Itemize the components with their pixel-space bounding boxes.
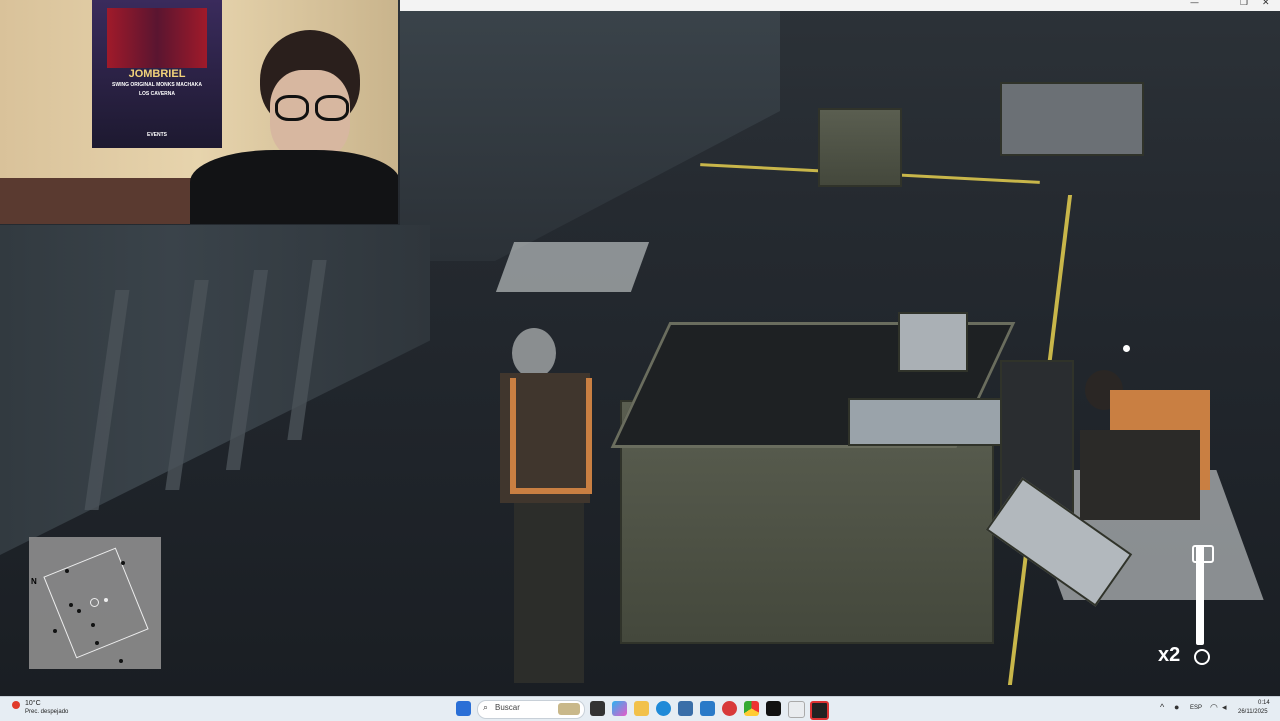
store-icon[interactable] [678,701,693,716]
file-explorer-icon[interactable] [634,701,649,716]
window-titlebar: — ❐ ✕ [400,0,1280,11]
close-icon[interactable]: ✕ [1262,0,1270,8]
warehouse-left-wall [0,225,430,555]
epic-games-icon[interactable] [810,701,829,720]
floor-tarp [495,242,650,292]
stacked-boxes [818,108,902,187]
taskbar-search[interactable]: ⌕ Buscar [477,700,585,719]
clock-time[interactable]: 0:14 [1258,700,1270,706]
edge-icon[interactable] [656,701,671,716]
copilot-icon[interactable] [612,701,627,716]
wifi-icon[interactable]: ◠ [1210,702,1218,713]
chrome-icon[interactable] [744,701,759,716]
task-view-icon[interactable] [590,701,605,716]
mail-icon[interactable] [700,701,715,716]
clock-date[interactable]: 26/11/2025 [1238,709,1268,715]
minimize-icon[interactable]: — [1190,0,1199,8]
mic-icon[interactable]: ● [1174,702,1179,712]
webcam-overlay: JOMBRIEL SWING ORIGINAL MONKS MACHAKA LO… [0,0,398,224]
game-viewport[interactable]: — ❐ ✕ JOMBRIEL SWING ORIGINAL MONKS MACH… [0,0,1280,696]
search-icon: ⌕ [483,702,489,712]
language-indicator[interactable]: ESP [1190,705,1202,711]
windows-taskbar: 10°C Prec. despejado ⌕ Buscar ^ ● ESP ◠ … [0,696,1280,721]
tool-bin[interactable] [898,312,968,372]
start-icon[interactable] [456,701,471,716]
app-icon[interactable] [766,701,781,716]
barrels [1000,82,1144,156]
volume-icon[interactable]: ◂ [1222,702,1227,713]
minimap-north: N [31,577,37,586]
weather-desc[interactable]: Prec. despejado [25,709,68,715]
npc-mechanic[interactable] [1070,370,1220,540]
chevron-up-icon[interactable]: ^ [1160,702,1164,712]
app-icon-2[interactable] [788,701,805,718]
restore-icon[interactable]: ❐ [1240,0,1248,8]
weather-temp[interactable]: 10°C [25,700,41,707]
streamer [190,30,398,224]
search-placeholder: Buscar [495,703,520,712]
objective-marker [1123,345,1130,352]
media-icon[interactable] [722,701,737,716]
pipe-wrench-icon [1192,545,1214,665]
minimap[interactable]: N [29,537,161,669]
weather-icon[interactable] [12,701,20,709]
toolbox[interactable] [848,398,1008,446]
search-highlight-icon [558,703,580,715]
warehouse-back-wall [400,11,780,261]
player-marker-icon [90,598,99,607]
item-count: x2 [1158,644,1181,666]
player-character [500,328,600,688]
